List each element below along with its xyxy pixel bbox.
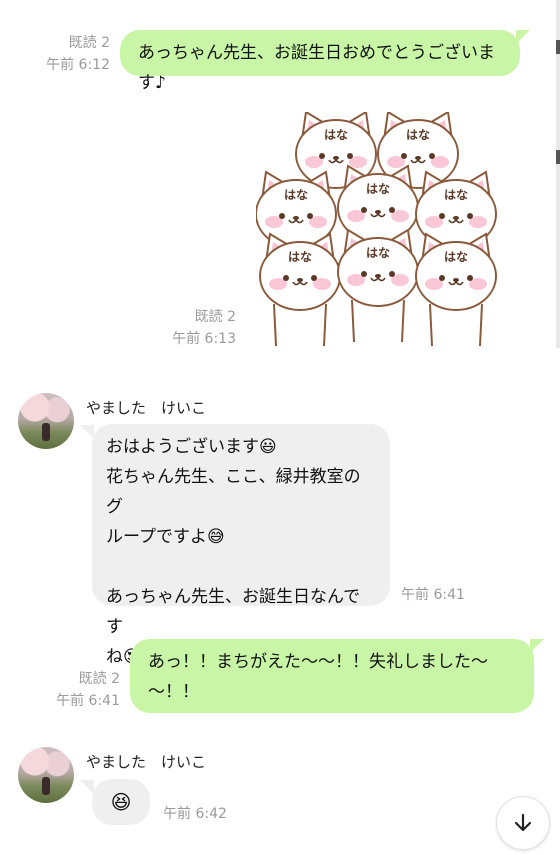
scroll-to-bottom-button[interactable]: [496, 796, 550, 850]
message-meta: 既読 2 午前 6:12: [30, 32, 110, 76]
sticker-label: はな: [406, 128, 430, 142]
sticker-label: はな: [284, 188, 308, 202]
sticker-label: はな: [324, 128, 348, 142]
message-line: おはようございます😃: [106, 437, 277, 457]
message-emoji: 😆: [110, 790, 132, 814]
cat-sticker-graphic: はな はなはな はな はなはな はな はな: [255, 110, 497, 347]
scrollbar-mark: [556, 40, 560, 54]
message-line: あっ！！まちがえた〜〜！！失礼しました〜: [148, 652, 488, 672]
cat-face: はな: [259, 232, 341, 347]
bubble-tail: [80, 425, 94, 439]
incoming-message-bubble[interactable]: 😆: [92, 779, 150, 825]
sender-name: やました けいこ: [86, 399, 207, 417]
scrollbar-mark: [556, 150, 560, 164]
sticker-label: はな: [288, 250, 312, 264]
timestamp: 午前 6:41: [56, 693, 120, 709]
read-receipt: 既読 2: [78, 671, 120, 687]
timestamp: 午前 6:42: [163, 806, 227, 822]
message-text: あっちゃん先生、お誕生日おめでとうございます♪: [138, 43, 495, 93]
timestamp: 午前 6:41: [401, 587, 465, 603]
sticker-label: はな: [366, 182, 390, 196]
message-meta: 既読 2 午前 6:41: [30, 668, 120, 712]
avatar[interactable]: [18, 747, 74, 803]
arrow-down-icon: [514, 813, 532, 832]
message-line: 〜！！: [148, 682, 199, 702]
sticker-label: はな: [366, 246, 390, 260]
cat-face: はな: [337, 228, 419, 343]
sticker-label: はな: [444, 188, 468, 202]
timestamp: 午前 6:13: [172, 331, 236, 347]
sender-name: やました けいこ: [86, 753, 207, 771]
avatar[interactable]: [18, 393, 74, 449]
outgoing-message-bubble[interactable]: あっ！！まちがえた〜〜！！失礼しました〜 〜！！: [130, 639, 534, 713]
sticker-label: はな: [444, 250, 468, 264]
message-meta: 既読 2 午前 6:13: [150, 306, 236, 350]
bubble-tail: [516, 30, 530, 44]
bubble-tail: [80, 780, 94, 794]
message-line: [106, 552, 376, 582]
message-line: ループですよ😅: [106, 527, 225, 547]
outgoing-message-bubble[interactable]: あっちゃん先生、お誕生日おめでとうございます♪: [120, 30, 520, 93]
timestamp: 午前 6:12: [46, 57, 110, 73]
cat-face: はな: [415, 232, 497, 347]
read-receipt: 既読 2: [68, 35, 110, 51]
read-receipt: 既読 2: [194, 309, 236, 325]
sticker-image[interactable]: はな はな はな はな はな はな はな はな: [255, 110, 508, 348]
message-line: 花ちゃん先生、ここ、緑井教室のグ: [106, 467, 361, 517]
incoming-message-bubble[interactable]: おはようございます😃 花ちゃん先生、ここ、緑井教室のグ ループですよ😅 あっちゃ…: [92, 424, 390, 667]
message-line: あっちゃん先生、お誕生日なんです: [106, 587, 361, 637]
bubble-tail: [530, 639, 544, 653]
